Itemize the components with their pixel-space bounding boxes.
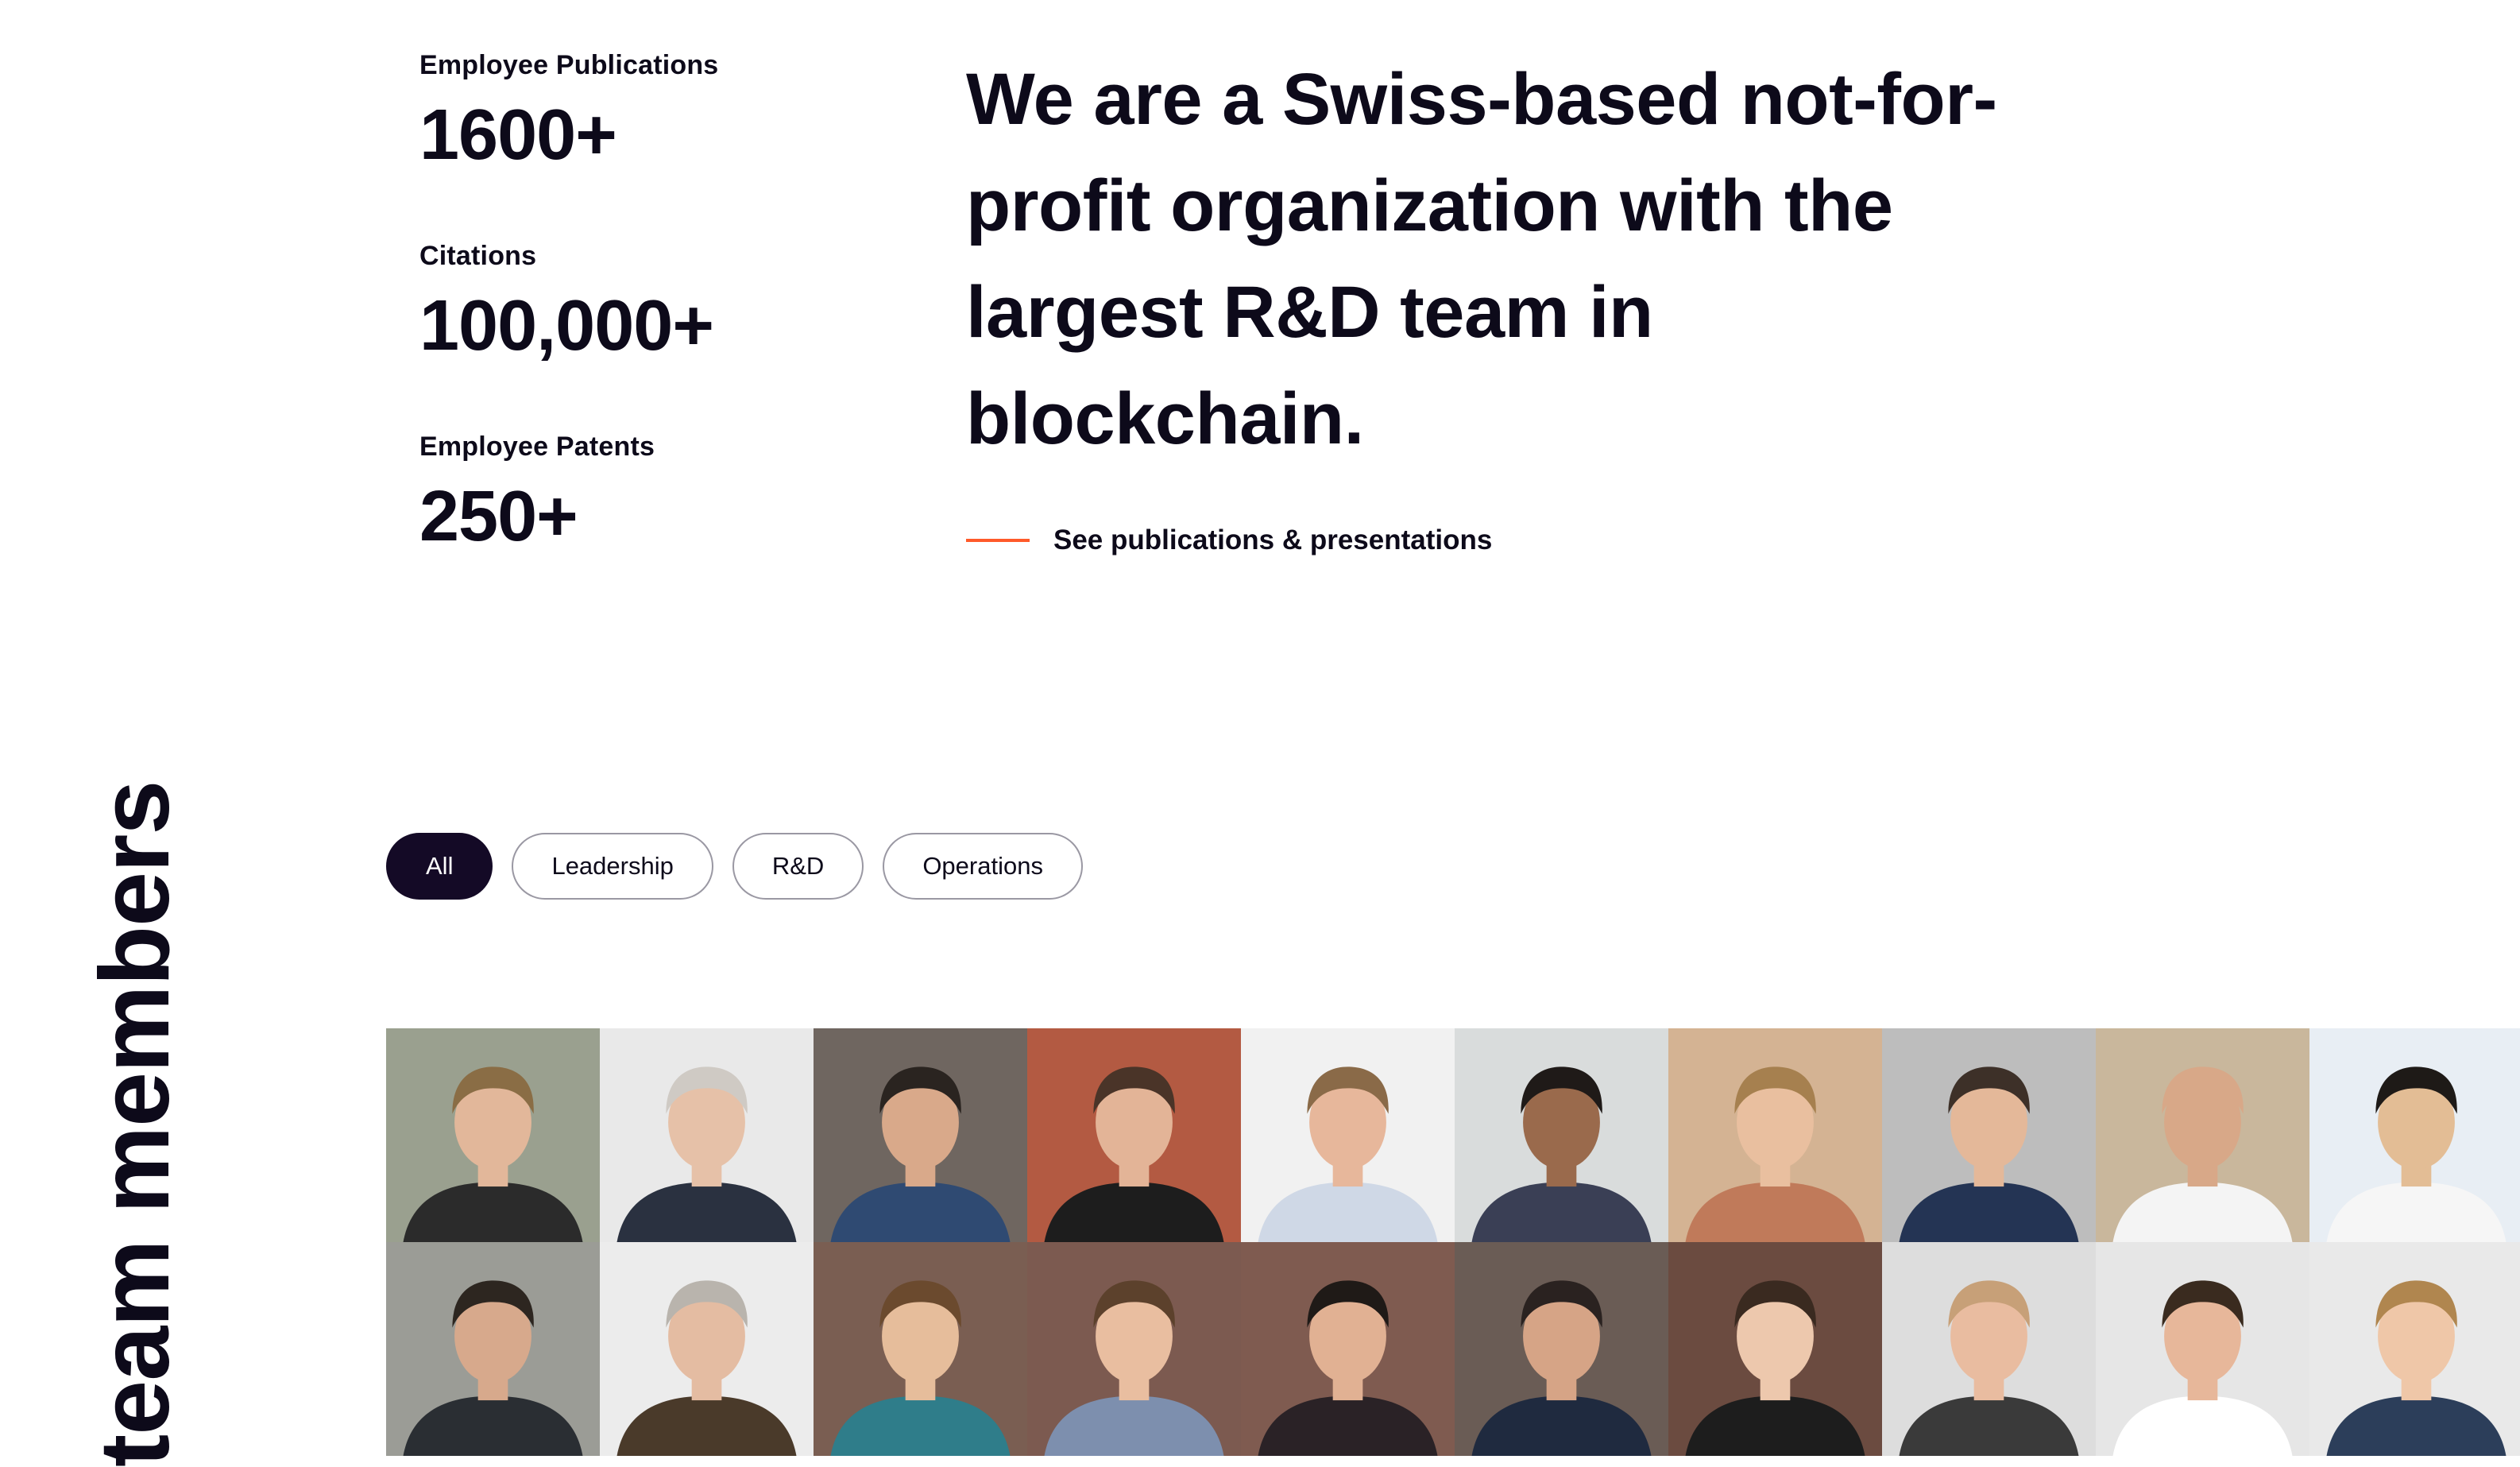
stat-value: 100,000+ <box>419 286 714 366</box>
team-member-photo[interactable] <box>600 1028 814 1242</box>
team-filter-bar: All Leadership R&D Operations <box>386 833 1083 900</box>
team-member-photo[interactable] <box>814 1242 1027 1456</box>
portrait-image <box>2309 1242 2520 1456</box>
team-member-photo[interactable] <box>386 1028 600 1242</box>
portrait-image <box>2096 1028 2309 1242</box>
filter-rd-button[interactable]: R&D <box>732 833 864 900</box>
team-member-photo[interactable] <box>2309 1028 2520 1242</box>
team-member-photo[interactable] <box>1882 1242 2096 1456</box>
team-member-photo[interactable] <box>1027 1242 1241 1456</box>
stat-label: Citations <box>419 241 537 271</box>
filter-operations-button[interactable]: Operations <box>883 833 1083 900</box>
portrait-image <box>1668 1028 1882 1242</box>
team-member-photo[interactable] <box>1241 1028 1455 1242</box>
stat-label: Employee Publications <box>419 50 719 80</box>
team-member-photo[interactable] <box>2309 1242 2520 1456</box>
team-member-photo[interactable] <box>1668 1242 1882 1456</box>
stat-value: 1600+ <box>419 95 617 175</box>
portrait-image <box>600 1028 814 1242</box>
stat-label: Employee Patents <box>419 432 655 462</box>
team-photo-grid <box>386 1028 2520 1467</box>
intro-headline: We are a Swiss-based not-for-profit orga… <box>966 59 1997 459</box>
team-member-photo[interactable] <box>386 1242 600 1456</box>
portrait-image <box>1882 1242 2096 1456</box>
team-section-title: team members <box>80 780 190 1467</box>
portrait-image <box>1455 1028 1668 1242</box>
portrait-image <box>1241 1028 1455 1242</box>
team-member-photo[interactable] <box>2096 1242 2309 1456</box>
stat-publications: Employee Publications 1600+ <box>419 49 864 176</box>
portrait-image <box>386 1242 600 1456</box>
portrait-image <box>1668 1242 1882 1456</box>
portrait-image <box>600 1242 814 1456</box>
portrait-image <box>1027 1242 1241 1456</box>
portrait-image <box>814 1242 1027 1456</box>
team-member-photo[interactable] <box>2096 1028 2309 1242</box>
portrait-image <box>2096 1242 2309 1456</box>
portrait-image <box>1455 1242 1668 1456</box>
portrait-image <box>2309 1028 2520 1242</box>
accent-line <box>966 539 1030 542</box>
portrait-image <box>1241 1242 1455 1456</box>
portrait-image <box>386 1028 600 1242</box>
team-member-photo[interactable] <box>1668 1028 1882 1242</box>
team-member-photo[interactable] <box>600 1242 814 1456</box>
team-member-photo[interactable] <box>814 1028 1027 1242</box>
stat-value: 250+ <box>419 477 578 556</box>
team-member-photo[interactable] <box>1455 1028 1668 1242</box>
publications-link[interactable]: See publications & presentations <box>966 521 1492 559</box>
filter-leadership-button[interactable]: Leadership <box>512 833 713 900</box>
portrait-image <box>814 1028 1027 1242</box>
stat-patents: Employee Patents 250+ <box>419 431 864 558</box>
stat-citations: Citations 100,000+ <box>419 240 864 367</box>
publications-link-label: See publications & presentations <box>1053 524 1493 555</box>
stats-column: Employee Publications 1600+ Citations 10… <box>419 49 864 558</box>
team-member-photo[interactable] <box>1027 1028 1241 1242</box>
team-member-photo[interactable] <box>1455 1242 1668 1456</box>
portrait-image <box>1882 1028 2096 1242</box>
team-member-photo[interactable] <box>1882 1028 2096 1242</box>
team-member-photo[interactable] <box>1241 1242 1455 1456</box>
portrait-image <box>1027 1028 1241 1242</box>
filter-all-button[interactable]: All <box>386 833 493 900</box>
